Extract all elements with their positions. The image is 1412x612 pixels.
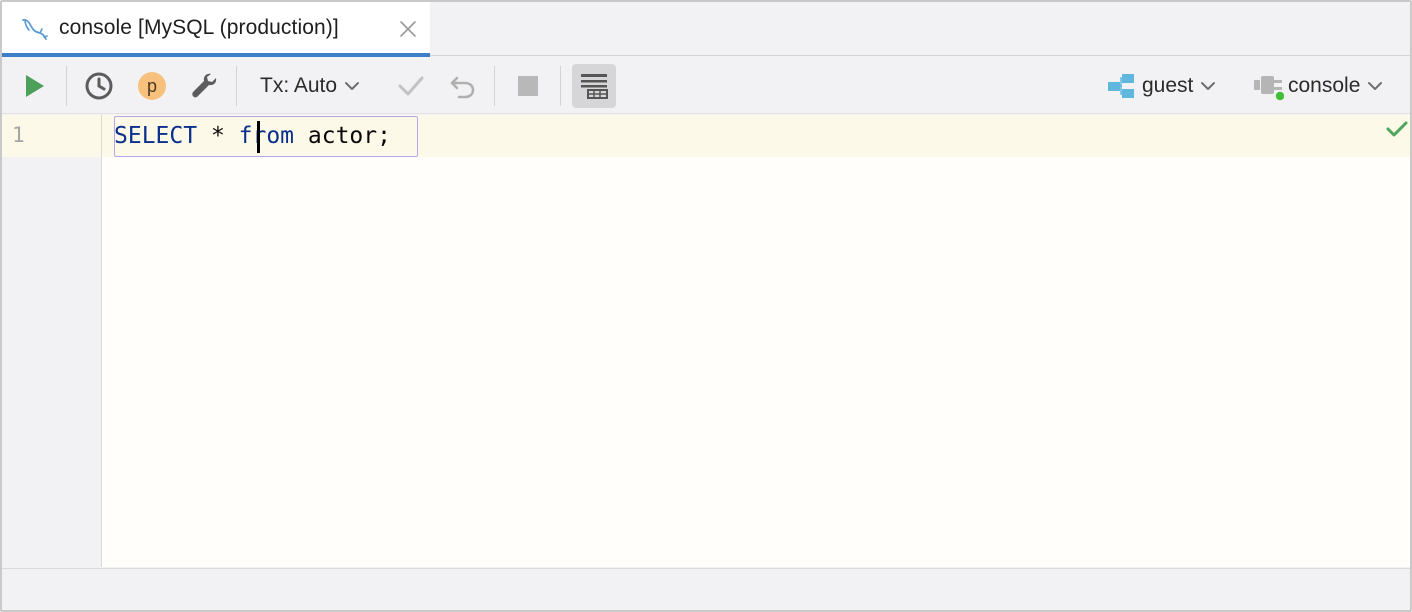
check-icon (398, 76, 424, 96)
commit-button[interactable] (394, 66, 428, 106)
mysql-dolphin-icon (22, 18, 48, 40)
tab-console[interactable]: console [MySQL (production)] (2, 2, 430, 57)
table-output-icon (581, 74, 608, 99)
line-gutter: 1 (2, 115, 102, 567)
session-selector[interactable]: console (1252, 66, 1400, 106)
history-button[interactable] (80, 66, 118, 106)
rollback-button[interactable] (445, 66, 479, 106)
schema-label: guest (1142, 74, 1194, 97)
toolbar: p Tx: Auto guest console (2, 57, 1410, 114)
code-line: SELECT * from actor; (114, 122, 391, 150)
session-label: console (1288, 74, 1361, 97)
status-bar (2, 568, 1410, 610)
check-icon (1386, 121, 1408, 137)
toolbar-separator (560, 66, 561, 106)
table-name: actor (294, 123, 378, 149)
semicolon: ; (377, 123, 391, 149)
profile-badge-icon: p (138, 72, 166, 100)
tab-title: console [MySQL (production)] (59, 16, 339, 39)
tx-mode-label: Tx: Auto (260, 74, 338, 97)
close-icon[interactable] (398, 19, 418, 39)
undo-icon (450, 76, 475, 99)
play-icon (26, 75, 44, 97)
profile-badge-letter: p (147, 76, 157, 96)
chevron-down-icon (1201, 82, 1216, 90)
line-number: 1 (12, 123, 25, 147)
stop-icon (518, 76, 538, 96)
toolbar-separator (66, 66, 67, 106)
stop-button[interactable] (510, 66, 546, 106)
transaction-mode-dropdown[interactable]: Tx: Auto (260, 66, 378, 106)
settings-button[interactable] (185, 66, 223, 106)
schema-selector[interactable]: guest (1106, 66, 1228, 106)
keyword-select: SELECT (114, 123, 198, 149)
session-icon (1254, 76, 1284, 101)
chevron-down-icon (345, 82, 360, 90)
toolbar-separator (494, 66, 495, 106)
text-caret (257, 121, 260, 153)
execute-button[interactable] (16, 66, 52, 106)
clock-icon (85, 72, 113, 100)
toolbar-separator (236, 66, 237, 106)
chevron-down-icon (1368, 82, 1383, 90)
wrench-icon (192, 73, 217, 98)
console-window: console [MySQL (production)] p Tx: Auto … (0, 0, 1412, 612)
output-mode-button[interactable] (572, 64, 616, 108)
keyword-from: from (238, 123, 295, 149)
code-token: * (197, 123, 239, 149)
schema-icon (1108, 74, 1134, 98)
tab-bar: console [MySQL (production)] (2, 2, 1410, 57)
sql-editor[interactable]: SELECT * from actor; (102, 115, 1410, 567)
profile-button[interactable]: p (133, 66, 171, 106)
